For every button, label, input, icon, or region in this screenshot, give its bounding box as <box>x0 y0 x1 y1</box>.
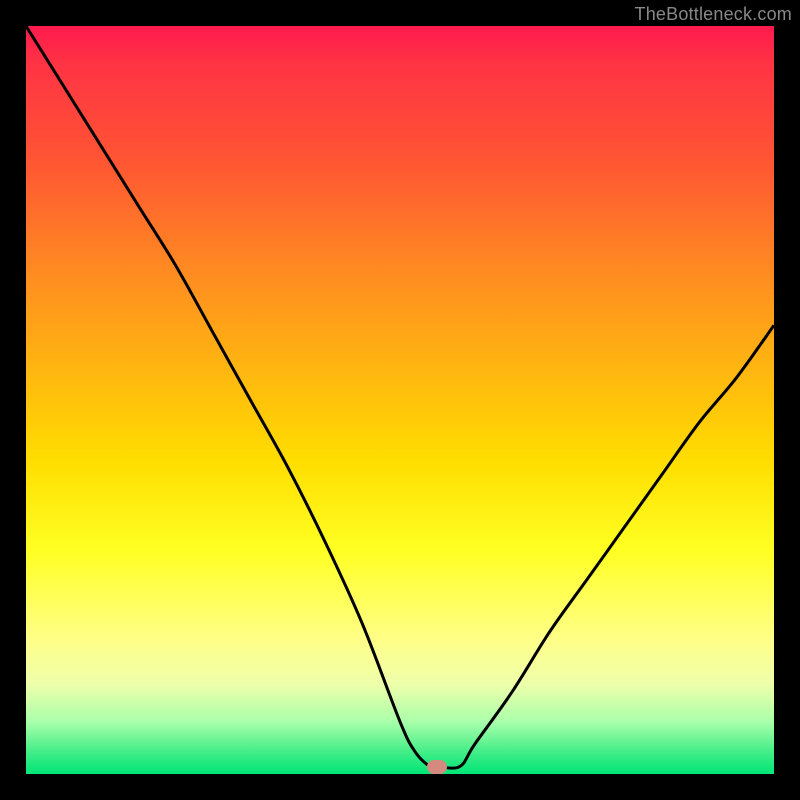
chart-plot-area <box>26 26 774 774</box>
curve-svg <box>26 26 774 774</box>
optimal-point-marker <box>427 760 447 774</box>
watermark-text: TheBottleneck.com <box>635 4 792 25</box>
bottleneck-curve-line <box>26 26 774 768</box>
